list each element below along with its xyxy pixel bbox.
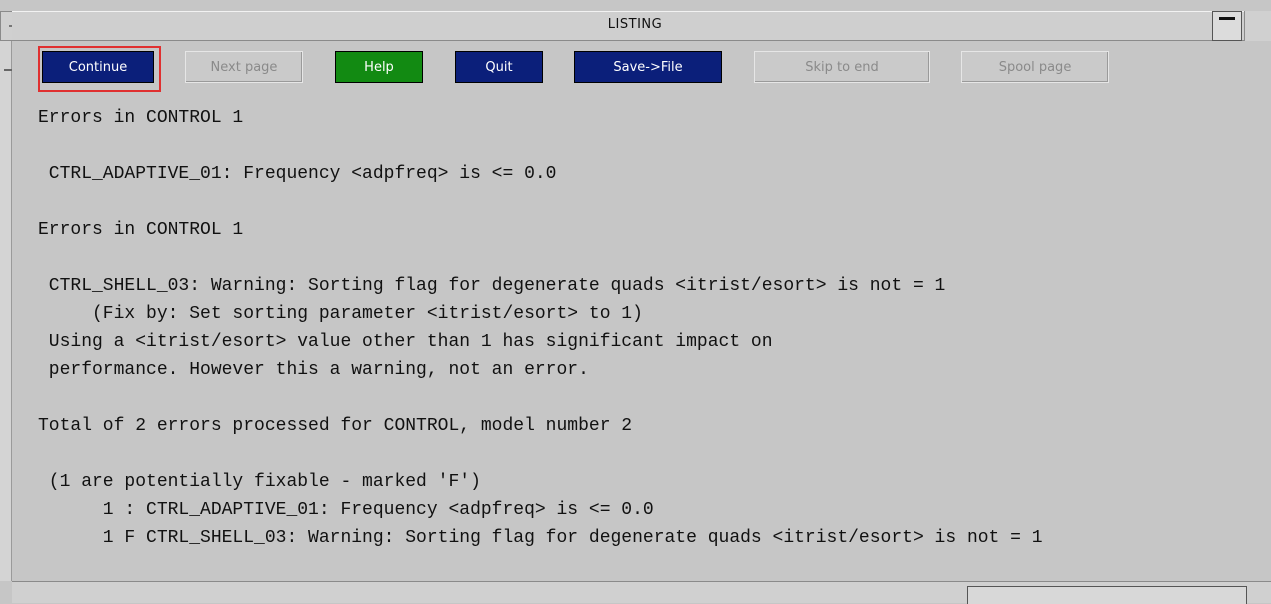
listing-line: 1 : CTRL_ADAPTIVE_01: Frequency <adpfreq…: [38, 500, 654, 520]
bottom-field: [967, 586, 1247, 604]
listing-line: Errors in CONTROL 1: [38, 108, 244, 128]
minimize-icon[interactable]: [1212, 11, 1242, 41]
listing-line: (1 are potentially fixable - marked 'F'): [38, 472, 481, 492]
listing-line: CTRL_ADAPTIVE_01: Frequency <adpfreq> is…: [38, 164, 557, 184]
listing-line: Total of 2 errors processed for CONTROL,…: [38, 416, 633, 436]
listing-line: (Fix by: Set sorting parameter <itrist/e…: [38, 304, 643, 324]
bottom-status-bar: [12, 581, 1271, 604]
listing-window: LISTING Continue Next page Help Quit Sav…: [0, 0, 1271, 604]
continue-button[interactable]: Continue: [42, 51, 154, 83]
window-title: LISTING: [607, 17, 663, 32]
help-button[interactable]: Help: [335, 51, 423, 83]
listing-text-area[interactable]: Errors in CONTROL 1 CTRL_ADAPTIVE_01: Fr…: [30, 98, 1268, 578]
quit-button[interactable]: Quit: [455, 51, 543, 83]
listing-line: Using a <itrist/esort> value other than …: [38, 332, 773, 352]
window-left-frame: [0, 41, 12, 581]
maximize-icon[interactable]: [1244, 11, 1271, 41]
skip-to-end-button[interactable]: Skip to end: [754, 51, 930, 83]
listing-line: Errors in CONTROL 1: [38, 220, 244, 240]
title-bar[interactable]: LISTING: [12, 11, 1258, 41]
next-page-button[interactable]: Next page: [185, 51, 303, 83]
listing-line: CTRL_SHELL_03: Warning: Sorting flag for…: [38, 276, 946, 296]
listing-line: 1 F CTRL_SHELL_03: Warning: Sorting flag…: [38, 528, 1043, 548]
save-to-file-button[interactable]: Save->File: [574, 51, 722, 83]
listing-toolbar: Continue Next page Help Quit Save->File …: [30, 44, 1260, 94]
listing-line: performance. However this a warning, not…: [38, 360, 589, 380]
spool-page-button[interactable]: Spool page: [961, 51, 1109, 83]
